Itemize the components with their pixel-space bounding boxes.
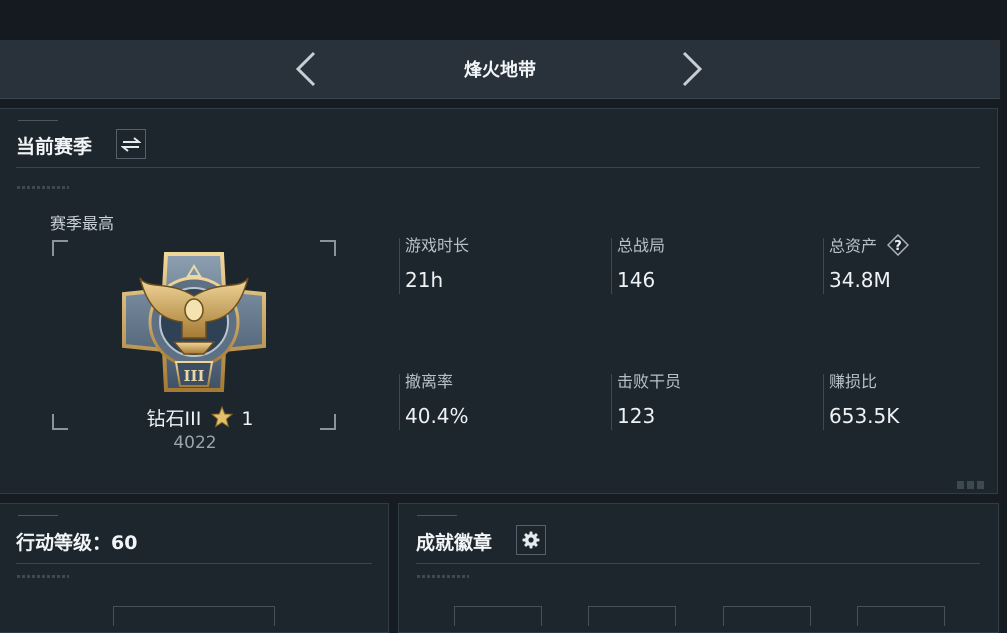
decor-dashes (17, 575, 69, 578)
frame-corner (52, 240, 68, 256)
section-title-badges: 成就徽章 (416, 532, 493, 554)
stat-value: 21h (405, 268, 444, 292)
svg-text:?: ? (894, 239, 902, 254)
stat-label: 游戏时长 (405, 236, 470, 255)
mode-title: 烽火地带 (464, 60, 536, 81)
stat-play-time: 游戏时长 21h (399, 236, 470, 294)
stat-value: 34.8M (829, 268, 891, 292)
badge-settings-button[interactable] (516, 525, 546, 555)
stat-value: 146 (617, 268, 656, 292)
mode-selector-bar: 烽火地带 (0, 40, 1000, 99)
rank-title: 钻石III 1 (100, 404, 300, 431)
stat-total-matches: 总战局 146 (611, 236, 666, 294)
stat-total-assets: 总资产? 34.8M (823, 234, 910, 294)
next-mode-button[interactable] (674, 49, 710, 89)
rank-score: 4022 (173, 433, 217, 453)
badge-slot[interactable] (857, 606, 945, 626)
decor-squares (957, 481, 987, 489)
action-level-card[interactable] (113, 606, 275, 626)
section-divider (16, 563, 372, 564)
stat-operators-defeated: 击败干员 123 (611, 372, 682, 430)
stat-label: 总战局 (617, 236, 666, 255)
decor-line (18, 120, 58, 124)
badge-slot[interactable] (454, 606, 542, 626)
top-strip (0, 0, 1007, 40)
decor-dashes (17, 186, 69, 189)
stat-label-row: 总资产? (829, 234, 910, 258)
chevron-right-icon (682, 51, 703, 87)
action-level-title: 行动等级：60 (16, 532, 138, 554)
badge-slot[interactable] (588, 606, 676, 626)
section-divider (416, 563, 980, 564)
decor-line (417, 515, 457, 519)
rank-numeral: III (183, 367, 204, 385)
section-title-current-season: 当前赛季 (16, 136, 93, 158)
rank-name: 钻石III (146, 408, 202, 430)
stat-extraction-rate: 撤离率 40.4% (399, 372, 469, 430)
switch-season-button[interactable] (116, 129, 146, 159)
stat-label: 赚损比 (829, 372, 878, 391)
stat-label: 撤离率 (405, 372, 454, 391)
swap-icon (121, 137, 141, 152)
stat-value: 653.5K (829, 404, 900, 428)
stat-label: 总资产 (829, 236, 878, 256)
help-icon[interactable]: ? (887, 234, 910, 256)
star-icon (211, 405, 234, 428)
decor-dashes (417, 575, 469, 578)
stat-value: 123 (617, 404, 656, 428)
section-divider (16, 167, 980, 168)
stat-profit-loss-ratio: 赚损比 653.5K (823, 372, 900, 430)
stat-value: 40.4% (405, 404, 469, 428)
season-best-label: 赛季最高 (50, 214, 115, 233)
badge-slot[interactable] (723, 606, 811, 626)
gear-icon (522, 531, 540, 549)
rank-emblem-icon: III (122, 252, 266, 392)
rank-stars: 1 (241, 408, 254, 430)
frame-corner (320, 240, 336, 256)
frame-corner (320, 414, 336, 430)
stat-label: 击败干员 (617, 372, 682, 391)
frame-corner (52, 414, 68, 430)
decor-line (18, 515, 58, 519)
